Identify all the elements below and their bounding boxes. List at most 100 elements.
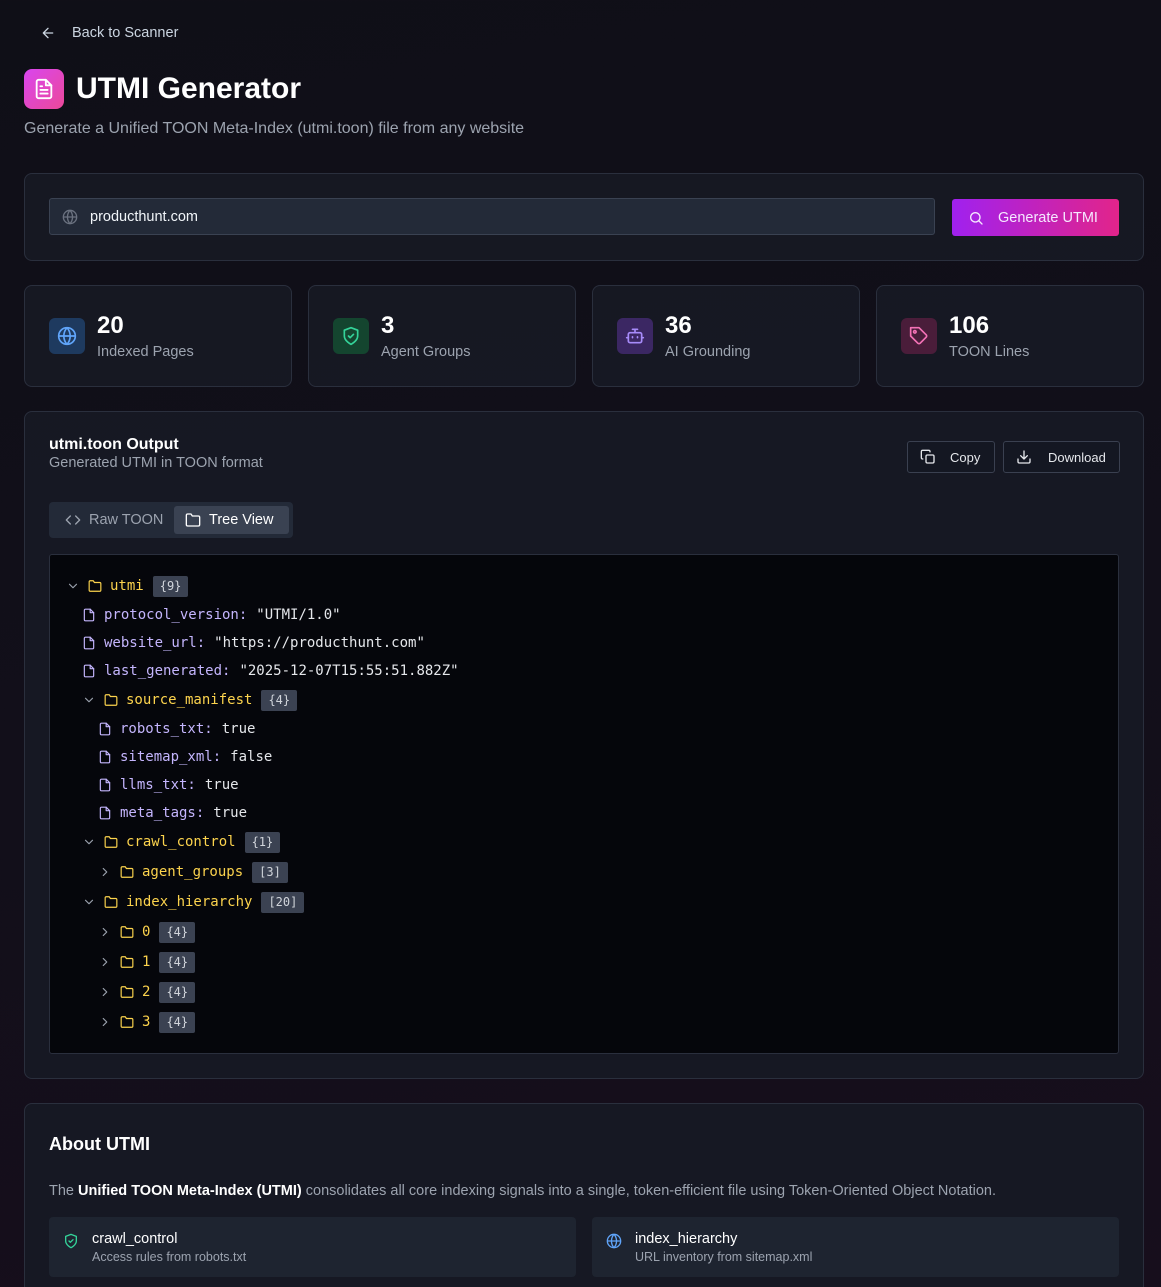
tree-node-count-badge: [20]	[261, 891, 305, 913]
tab-label: Tree View	[209, 512, 274, 528]
file-text-icon	[35, 78, 53, 100]
tree-node-key: index_hierarchy	[126, 894, 253, 910]
stat-card-ai-grounding: 36 AI Grounding	[592, 285, 860, 387]
stat-card-indexed-pages: 20 Indexed Pages	[24, 285, 292, 387]
tree-node-key: sitemap_xml:	[120, 749, 222, 765]
stat-label: AI Grounding	[665, 344, 751, 360]
stat-value: 3	[381, 312, 395, 339]
tree-node-protocol-version: protocol_version: "UTMI/1.0"	[82, 604, 341, 626]
output-title: utmi.toon Output	[49, 436, 179, 453]
chevron-right-icon	[102, 957, 108, 967]
tree-node-llms-txt: llms_txt: true	[98, 774, 239, 796]
tree-node-item3[interactable]: 3 {4}	[98, 1011, 196, 1033]
chevron-down-icon	[84, 899, 94, 905]
tree-node-key: 0	[142, 924, 151, 940]
tab-tree-view[interactable]: Tree View	[174, 506, 289, 534]
chevron-down-icon	[84, 839, 94, 845]
tree-node-key: website_url:	[104, 635, 206, 651]
tree-node-agent-groups[interactable]: agent_groups [3]	[98, 861, 288, 883]
back-link-label: Back to Scanner	[72, 25, 179, 41]
tree-node-meta-tags: meta_tags: true	[98, 802, 247, 824]
file-icon	[83, 636, 95, 650]
view-tabs: Raw TOON Tree View	[49, 502, 293, 538]
copy-button[interactable]: Copy	[907, 441, 995, 473]
page-subtitle: Generate a Unified TOON Meta-Index (utmi…	[24, 120, 525, 137]
about-text-bold: Unified TOON Meta-Index (UTMI)	[78, 1183, 302, 1199]
chevron-right-icon	[102, 867, 108, 877]
tree-node-value: true	[221, 721, 256, 737]
app-logo	[24, 69, 64, 109]
folder-icon	[120, 956, 134, 968]
file-icon	[99, 750, 111, 764]
folder-icon	[185, 513, 201, 527]
stat-card-toon-lines: 106 TOON Lines	[876, 285, 1144, 387]
search-card: Generate UTMI	[24, 173, 1144, 261]
chevron-down-icon	[68, 583, 78, 589]
tree-node-key: 3	[142, 1014, 151, 1030]
stat-label: Agent Groups	[381, 344, 471, 360]
info-card-crawl-control: crawl_control Access rules from robots.t…	[49, 1217, 576, 1277]
folder-icon	[104, 694, 118, 706]
tree-node-utmi[interactable]: utmi {9}	[66, 575, 189, 597]
download-icon	[1017, 450, 1031, 464]
back-to-scanner-link[interactable]: Back to Scanner	[40, 25, 178, 41]
tree-node-value: "2025-12-07T15:55:51.882Z"	[239, 663, 459, 679]
arrow-left-icon	[42, 27, 54, 39]
page-title: UTMI Generator	[76, 72, 302, 105]
tree-node-item1[interactable]: 1 {4}	[98, 951, 196, 973]
tree-node-key: crawl_control	[126, 834, 236, 850]
output-subtitle: Generated UTMI in TOON format	[49, 455, 263, 471]
tree-node-count-badge: {1}	[244, 831, 281, 853]
shield-icon	[343, 326, 359, 346]
tree-node-count-badge: {9}	[152, 575, 189, 597]
file-icon	[99, 778, 111, 792]
folder-icon	[120, 866, 134, 878]
tree-node-key: robots_txt:	[120, 721, 213, 737]
download-button[interactable]: Download	[1003, 441, 1120, 473]
tab-raw-toon[interactable]: Raw TOON	[53, 506, 171, 534]
output-card: utmi.toon Output Generated UTMI in TOON …	[24, 411, 1144, 1079]
tree-node-crawl-control[interactable]: crawl_control {1}	[82, 831, 281, 853]
folder-icon	[120, 926, 134, 938]
stat-icon-box	[333, 318, 369, 354]
tree-node-key: utmi	[110, 578, 144, 594]
about-description: The Unified TOON Meta-Index (UTMI) conso…	[49, 1183, 996, 1199]
generate-utmi-button[interactable]: Generate UTMI	[952, 199, 1119, 236]
url-input[interactable]	[90, 208, 910, 225]
tree-node-count-badge: {4}	[159, 1011, 196, 1033]
tree-node-value: "https://producthunt.com"	[214, 635, 425, 651]
download-button-label: Download	[1048, 449, 1106, 465]
file-icon	[83, 608, 95, 622]
tree-node-index-hierarchy[interactable]: index_hierarchy [20]	[82, 891, 305, 913]
tree-node-count-badge: {4}	[261, 689, 298, 711]
tree-node-key: meta_tags:	[120, 805, 205, 821]
about-text-suffix: consolidates all core indexing signals i…	[305, 1183, 996, 1199]
info-card-subtitle: Access rules from robots.txt	[92, 1250, 247, 1264]
tree-node-key: protocol_version:	[104, 607, 248, 623]
file-icon	[99, 722, 111, 736]
chevron-down-icon	[84, 697, 94, 703]
tree-node-sitemap-xml: sitemap_xml: false	[98, 746, 272, 768]
file-icon	[99, 806, 111, 820]
folder-icon	[88, 580, 102, 592]
tree-node-website-url: website_url: "https://producthunt.com"	[82, 632, 425, 654]
tree-node-item2[interactable]: 2 {4}	[98, 981, 196, 1003]
tree-node-last-generated: last_generated: "2025-12-07T15:55:51.882Z…	[82, 660, 459, 682]
stat-value: 36	[665, 312, 692, 339]
tree-view-panel: utmi {9} protocol_version: "UTMI/1.0" websit…	[49, 554, 1119, 1054]
tree-node-key: 1	[142, 954, 151, 970]
tree-node-source-manifest[interactable]: source_manifest {4}	[82, 689, 298, 711]
chevron-right-icon	[102, 987, 108, 997]
tree-node-count-badge: {4}	[159, 921, 196, 943]
tree-node-item0[interactable]: 0 {4}	[98, 921, 196, 943]
tree-node-robots-txt: robots_txt: true	[98, 718, 255, 740]
stat-icon-box	[617, 318, 653, 354]
about-text-prefix: The	[49, 1183, 74, 1199]
page-header: UTMI Generator	[24, 69, 301, 109]
tree-node-value: false	[230, 749, 273, 765]
stat-label: Indexed Pages	[97, 344, 194, 360]
globe-icon	[606, 1233, 622, 1249]
tree-node-count-badge: {4}	[159, 951, 196, 973]
tab-label: Raw TOON	[89, 512, 164, 528]
tree-node-key: source_manifest	[126, 692, 253, 708]
